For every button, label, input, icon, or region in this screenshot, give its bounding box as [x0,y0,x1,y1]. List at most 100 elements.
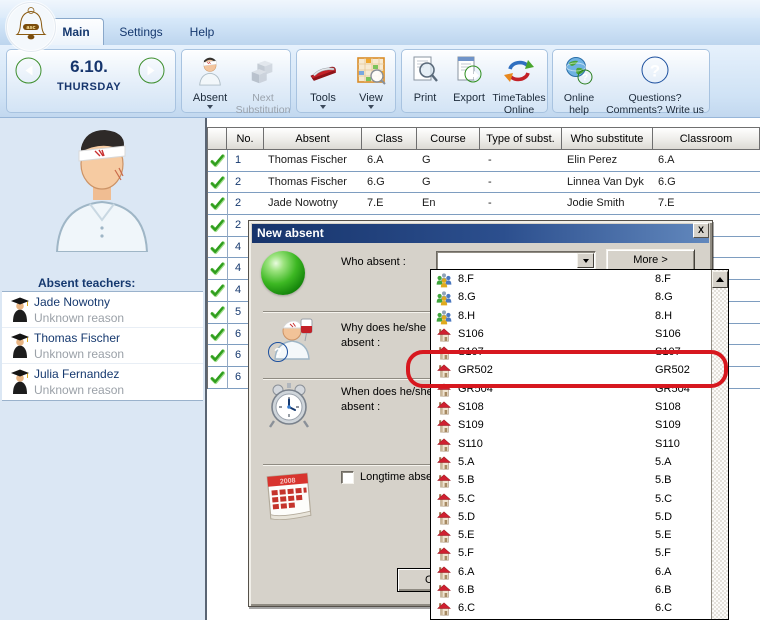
tab-settings[interactable]: Settings [110,18,172,45]
list-item[interactable]: S107 S107 [431,344,711,362]
cell-type: - [488,197,492,209]
app-logo-bell-button[interactable]: asc [5,1,57,53]
list-item[interactable]: Thomas Fischer Unknown reason [2,328,203,364]
item-label: 5.A [458,456,475,468]
list-item[interactable]: 5.D 5.D [431,509,711,527]
classroom-house-icon [436,437,452,453]
scrollbar[interactable] [711,270,728,619]
list-item[interactable]: Julia Fernandez Unknown reason [2,364,203,400]
classroom-house-icon [436,601,452,617]
who-absent-label: Who absent : [341,255,406,270]
absent-button-label: Absent [193,92,227,104]
list-item[interactable]: 5.B 5.B [431,472,711,490]
check-icon [210,240,225,255]
online-help-button[interactable]: ? Online help [557,55,601,116]
close-icon[interactable]: X [693,223,709,238]
list-item-gr502[interactable]: GR502 GR502 [431,362,711,380]
classroom-house-icon [436,546,452,562]
list-item[interactable]: S108 S108 [431,399,711,417]
scroll-up-icon[interactable] [712,271,728,288]
item-value: 8.H [655,310,672,322]
cell-no: 4 [235,262,241,274]
print-preview-icon [410,55,440,90]
column-header-no[interactable]: No. [227,127,264,150]
item-value: S107 [655,346,681,358]
next-substitution-button[interactable]: Next Substitution [236,55,290,116]
current-date: 6.10. [41,57,137,77]
why-absent-doctor-icon: ? [265,315,315,372]
chevron-down-icon [320,105,326,109]
logo-text: asc [26,25,35,31]
list-item[interactable]: 8.H 8.H [431,308,711,326]
tab-help[interactable]: Help [180,18,224,45]
timetables-online-button[interactable]: TimeTables Online [491,55,547,116]
class-group-icon [436,272,452,288]
cell-who: Jodie Smith [567,197,624,209]
table-row[interactable]: 2 Thomas Fischer 6.G G - Linnea Van Dyk … [207,172,760,194]
check-icon [210,175,225,190]
cell-type: - [488,176,492,188]
item-value: S106 [655,328,681,340]
item-label: 5.C [458,493,475,505]
list-item[interactable]: 5.C 5.C [431,491,711,509]
export-button[interactable]: Export [447,55,491,104]
cell-no: 6 [235,328,241,340]
column-header-class[interactable]: Class [362,127,417,150]
next-day-button[interactable] [138,57,165,84]
list-item[interactable]: Jade Nowotny Unknown reason [2,292,203,328]
injured-teacher-illustration [35,124,170,257]
list-item[interactable]: GR504 GR504 [431,381,711,399]
cell-no: 2 [235,176,241,188]
view-button[interactable]: View [349,55,393,109]
item-value: 8.F [655,273,671,285]
cell-no: 1 [235,154,241,166]
current-weekday: THURSDAY [21,81,157,93]
list-item[interactable]: 5.F 5.F [431,545,711,563]
combobox-dropdown-icon[interactable] [577,253,594,268]
tools-button[interactable]: Tools [301,55,345,109]
table-row[interactable]: 1 Thomas Fischer 6.A G - Elin Perez 6.A [207,150,760,172]
ribbon: 6.10. THURSDAY Absent [0,45,760,118]
svg-text:?: ? [650,62,660,81]
previous-day-button[interactable] [15,57,42,84]
export-icon [454,55,484,90]
item-value: 6.C [655,602,672,614]
list-item[interactable]: 8.G 8.G [431,289,711,307]
questions-button[interactable]: ? Questions? Comments? Write us [603,55,707,116]
tools-button-label: Tools [310,92,336,104]
svg-text:?: ? [582,73,588,84]
column-header-type[interactable]: Type of subst. [480,127,562,150]
list-item[interactable]: S109 S109 [431,417,711,435]
classroom-house-icon [436,455,452,471]
column-header-classroom[interactable]: Classroom [653,127,760,150]
item-value: 8.G [655,291,673,303]
absence-reason: Unknown reason [34,383,124,397]
status-column-divider [227,150,228,389]
list-item[interactable]: S106 S106 [431,326,711,344]
table-row[interactable]: 2 Jade Nowotny 7.E En - Jodie Smith 7.E [207,193,760,215]
teacher-name: Thomas Fischer [34,331,120,345]
list-item[interactable]: 6.A 6.A [431,564,711,582]
item-label: S107 [458,346,484,358]
teacher-icon [10,369,30,400]
column-header-course[interactable]: Course [417,127,480,150]
absent-button[interactable]: Absent [186,55,234,109]
column-header-status[interactable] [207,127,227,150]
column-header-absent[interactable]: Absent [264,127,362,150]
stapler-icon [307,55,339,90]
cell-no: 5 [235,306,241,318]
column-header-who[interactable]: Who substitute [562,127,653,150]
absence-group: Absent Next S [181,49,291,113]
cell-no: 6 [235,371,241,383]
teacher-icon [10,297,30,328]
list-item[interactable]: 6.B 6.B [431,582,711,600]
list-item[interactable]: S110 S110 [431,436,711,454]
list-item[interactable]: 8.F 8.F [431,271,711,289]
item-value: S110 [655,438,680,450]
list-item[interactable]: 5.E 5.E [431,527,711,545]
print-button[interactable]: Print [405,55,445,104]
list-item[interactable]: 5.A 5.A [431,454,711,472]
list-item[interactable]: 6.C 6.C [431,600,711,618]
longtime-absent-checkbox[interactable] [341,471,354,484]
who-absent-combobox[interactable] [436,251,596,270]
